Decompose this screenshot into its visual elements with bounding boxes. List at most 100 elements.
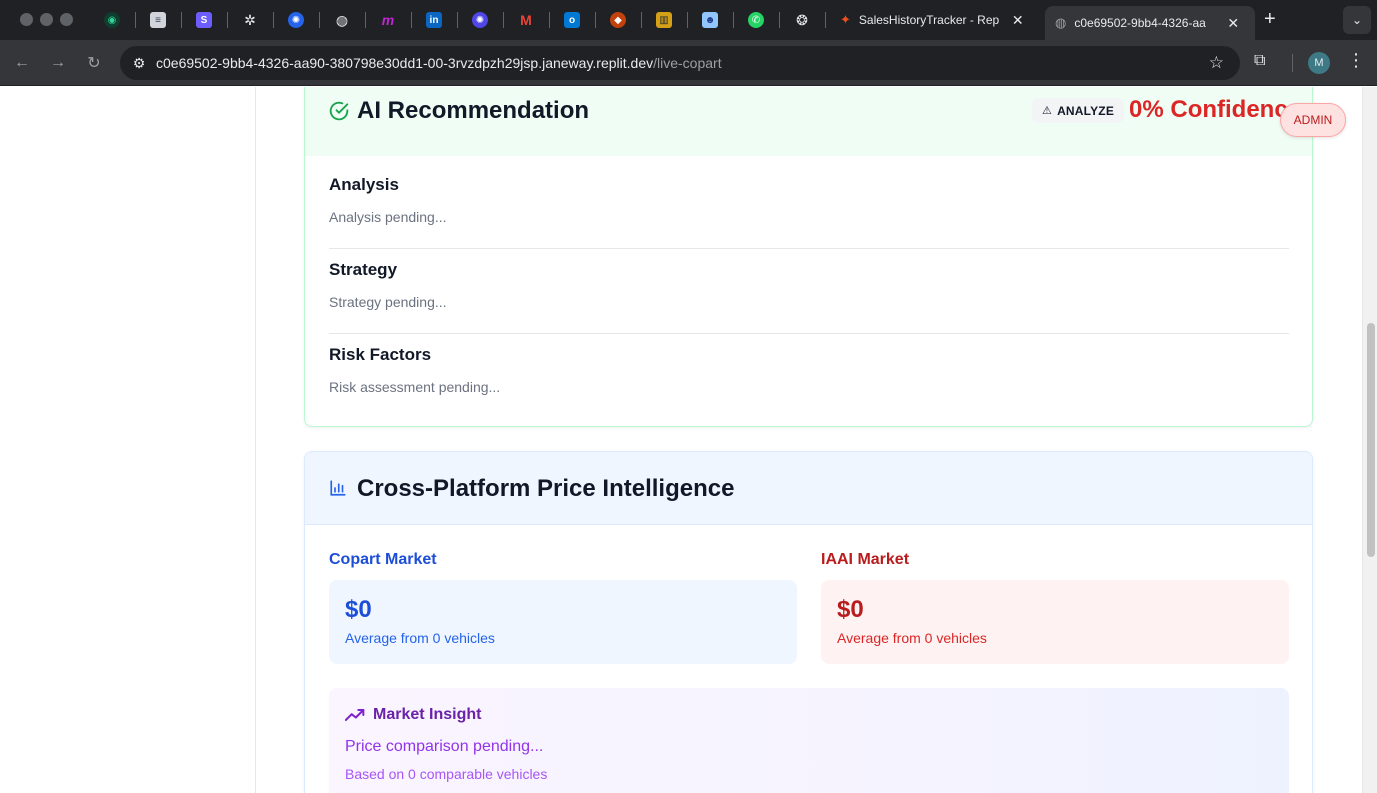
iaai-average-price: $0	[837, 596, 864, 623]
iaai-market-label: IAAI Market	[821, 551, 910, 568]
arrow-right-icon: →	[50, 54, 66, 71]
market-insight-heading: Market Insight	[345, 706, 1273, 724]
confidence-score: 0% Confidence	[1129, 96, 1302, 123]
document-icon: ≡	[150, 12, 166, 28]
browser-toolbar: ← → ↻ ⚙ c0e69502-9bb4-4326-aa90-380798e3…	[0, 40, 1377, 86]
pinned-tab[interactable]: M	[506, 6, 546, 34]
arrow-left-icon: ←	[14, 54, 30, 71]
gear-icon: ✲	[244, 11, 256, 28]
extensions-icon[interactable]: ⧉	[1254, 52, 1265, 70]
analyze-badge: ⚠ ANALYZE	[1032, 98, 1125, 123]
window-zoom-button[interactable]	[60, 13, 73, 26]
site-settings-icon[interactable]: ⚙	[122, 46, 156, 80]
bank-icon: ▥	[656, 12, 672, 28]
copart-vehicle-count: Average from 0 vehicles	[345, 630, 495, 646]
sidebar-divider	[255, 87, 256, 793]
back-button[interactable]: ←	[10, 51, 34, 75]
ai-recommendation-header: AI Recommendation ⚠ ANALYZE 0% Confidenc…	[305, 87, 1312, 156]
pinned-tab[interactable]: ◉	[92, 6, 132, 34]
tab-live-copart[interactable]: ◍ c0e69502-9bb4-4326-aa ✕	[1045, 6, 1255, 40]
strategy-value: Strategy pending...	[329, 294, 447, 310]
copart-market-label: Copart Market	[329, 551, 437, 568]
robot-icon: ☻	[702, 12, 718, 28]
address-bar[interactable]: ⚙ c0e69502-9bb4-4326-aa90-380798e30dd1-0…	[120, 46, 1240, 80]
admin-button[interactable]: ADMIN	[1280, 103, 1346, 137]
url-text[interactable]: c0e69502-9bb4-4326-aa90-380798e30dd1-00-…	[156, 55, 722, 71]
linkedin-icon: in	[426, 12, 442, 28]
copart-average-price: $0	[345, 596, 372, 623]
profile-avatar[interactable]: M	[1308, 52, 1330, 74]
page-scrollbar[interactable]	[1362, 87, 1377, 793]
pinned-tab[interactable]: ✆	[736, 6, 776, 34]
price-intelligence-title: Cross-Platform Price Intelligence	[357, 475, 735, 502]
new-tab-button[interactable]: +	[1264, 8, 1276, 31]
strategy-section: Strategy Strategy pending...	[329, 260, 1289, 310]
eye-icon: ◉	[104, 12, 120, 28]
window-minimize-button[interactable]	[40, 13, 53, 26]
price-intelligence-header: Cross-Platform Price Intelligence	[305, 452, 1312, 525]
pinned-tab[interactable]: ◆	[598, 6, 638, 34]
pinned-tab[interactable]: m	[368, 6, 408, 34]
price-intelligence-card: Cross-Platform Price Intelligence Copart…	[304, 451, 1313, 793]
gmail-icon: M	[520, 12, 532, 28]
close-icon[interactable]: ✕	[1227, 15, 1239, 32]
bookmark-star-icon[interactable]: ☆	[1209, 53, 1224, 73]
page-viewport: AI Recommendation ⚠ ANALYZE 0% Confidenc…	[0, 87, 1377, 793]
analysis-label: Analysis	[329, 175, 399, 194]
check-circle-icon	[329, 101, 349, 121]
risk-factors-section: Risk Factors Risk assessment pending...	[329, 345, 1289, 395]
pinned-tab[interactable]: ✺	[276, 6, 316, 34]
risk-factors-value: Risk assessment pending...	[329, 379, 501, 395]
ai-recommendation-title: AI Recommendation	[357, 97, 590, 124]
openai-icon: ✺	[288, 12, 304, 28]
tab-sales-history[interactable]: ✦ SalesHistoryTracker - Rep ✕	[830, 6, 1040, 34]
car-icon: ◆	[610, 12, 626, 28]
pinned-tab[interactable]: ✲	[230, 6, 270, 34]
pinned-tab[interactable]: ≡	[138, 6, 178, 34]
iaai-market-box: $0 Average from 0 vehicles	[821, 580, 1289, 664]
whatsapp-icon: ✆	[748, 12, 764, 28]
reload-icon: ↻	[87, 55, 101, 72]
browser-menu-icon[interactable]: ⋮	[1347, 50, 1365, 71]
pinned-tab[interactable]: o	[552, 6, 592, 34]
bar-chart-icon	[330, 480, 346, 496]
tab-search-button[interactable]: ⌄	[1343, 6, 1371, 34]
market-insight-box: Market Insight Price comparison pending.…	[329, 688, 1289, 793]
iaai-vehicle-count: Average from 0 vehicles	[837, 630, 987, 646]
warning-icon: ⚠	[1042, 105, 1053, 117]
globe-icon: ◍	[335, 11, 349, 28]
section-divider	[329, 248, 1289, 249]
pinned-tab[interactable]: S	[184, 6, 224, 34]
figma-icon: ✦	[840, 12, 851, 27]
risk-factors-label: Risk Factors	[329, 345, 432, 364]
browser-tab-bar: ◉ ≡ S ✲ ✺ ◍ m in ✺ M o ◆ ▥ ☻ ✆ ❂ ✦ Sales…	[0, 0, 1377, 40]
chevron-down-icon: ⌄	[1351, 13, 1363, 27]
ai-recommendation-card: AI Recommendation ⚠ ANALYZE 0% Confidenc…	[304, 87, 1313, 427]
analysis-value: Analysis pending...	[329, 209, 447, 225]
close-icon[interactable]: ✕	[1012, 12, 1024, 29]
s-logo-icon: S	[196, 12, 212, 28]
pinned-tab[interactable]: in	[414, 6, 454, 34]
trending-up-icon	[345, 709, 365, 721]
market-insight-title: Market Insight	[373, 706, 482, 723]
comparable-vehicles-count: Based on 0 comparable vehicles	[345, 766, 548, 782]
strategy-label: Strategy	[329, 260, 398, 279]
pinned-tab[interactable]: ❂	[782, 6, 822, 34]
openai-icon: ✺	[472, 12, 488, 28]
make-logo-icon: m	[381, 12, 395, 28]
pinned-tab[interactable]: ◍	[322, 6, 362, 34]
scrollbar-thumb[interactable]	[1367, 323, 1375, 557]
price-comparison-status: Price comparison pending...	[345, 738, 544, 755]
analysis-section: Analysis Analysis pending...	[329, 175, 1289, 225]
globe-icon: ◍	[1055, 15, 1067, 30]
copart-market-box: $0 Average from 0 vehicles	[329, 580, 797, 664]
pinned-tab[interactable]: ▥	[644, 6, 684, 34]
window-close-button[interactable]	[20, 13, 33, 26]
outlook-icon: o	[564, 12, 580, 28]
reload-button[interactable]: ↻	[82, 51, 106, 75]
pinned-tab[interactable]: ☻	[690, 6, 730, 34]
chatgpt-icon: ❂	[796, 11, 808, 28]
pinned-tab[interactable]: ✺	[460, 6, 500, 34]
forward-button[interactable]: →	[46, 51, 70, 75]
section-divider	[329, 333, 1289, 334]
